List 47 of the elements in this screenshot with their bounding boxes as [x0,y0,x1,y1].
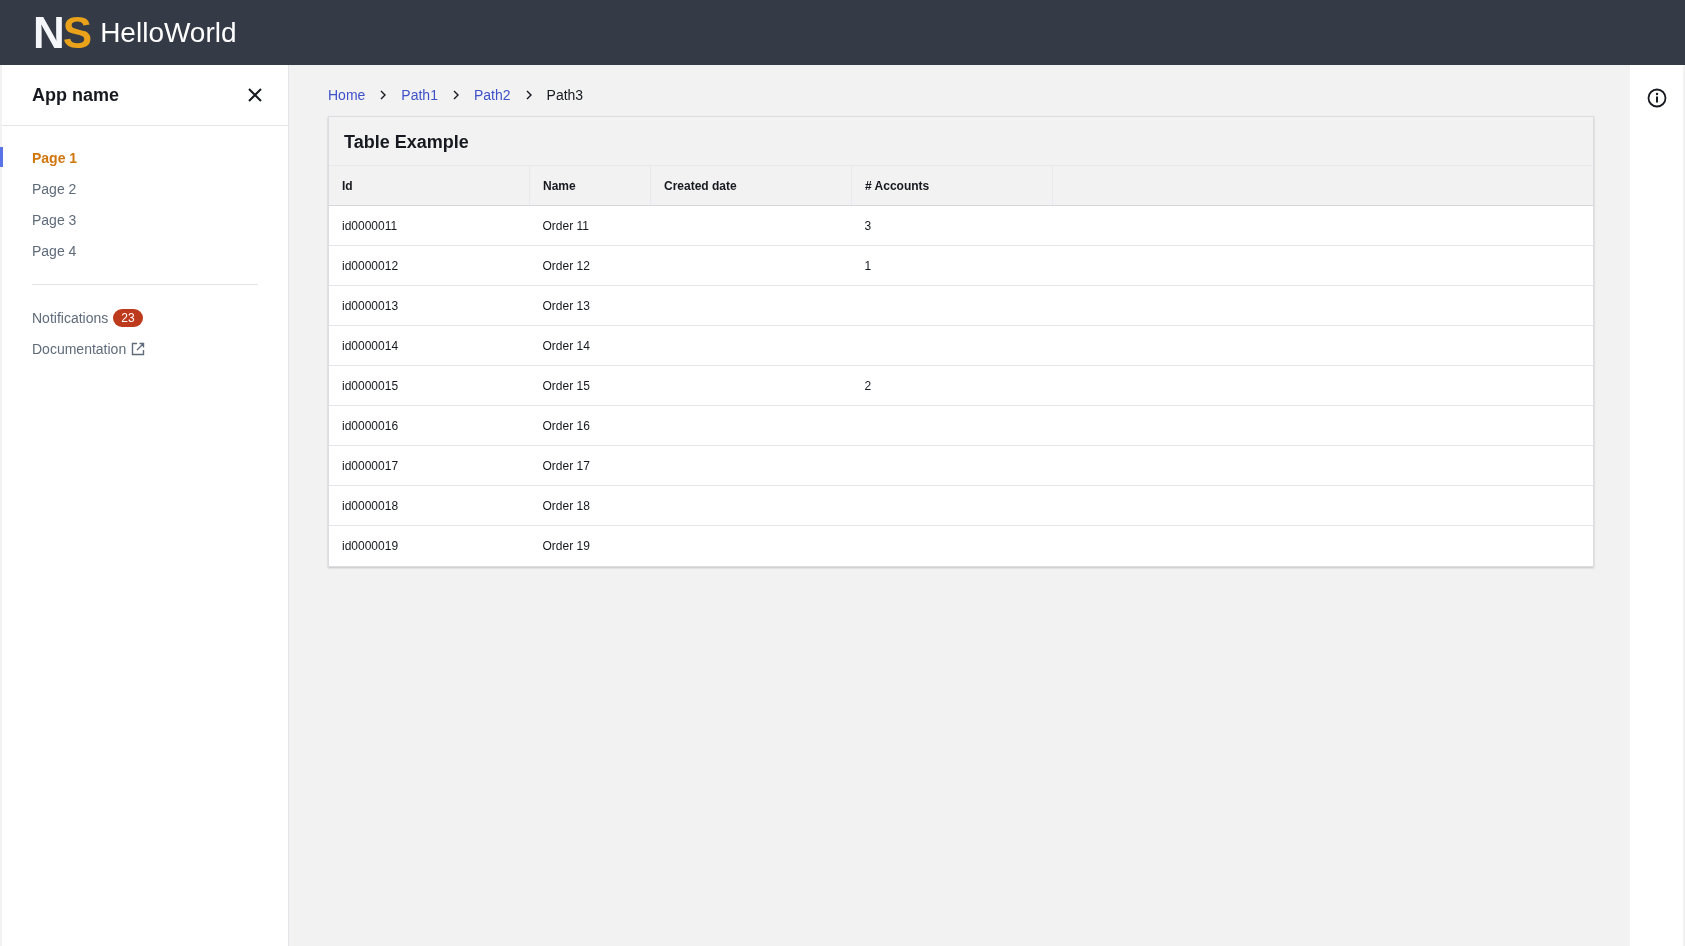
table-cell: id0000019 [329,525,530,566]
breadcrumb-link[interactable]: Path1 [401,87,438,103]
logo[interactable]: NS [33,10,91,55]
nav-link[interactable]: Page 4 [32,242,77,259]
table-cell: Order 13 [529,285,651,326]
table-cell: id0000013 [329,285,530,326]
breadcrumb-link[interactable]: Home [328,87,366,103]
column-header[interactable]: Created date [650,166,852,206]
current-page-label: Path3 [546,87,584,103]
table-cell: id0000014 [329,325,530,366]
documentation-link[interactable]: Documentation [32,341,127,357]
table-cell: 2 [864,378,872,393]
chevron-icon [524,90,533,100]
info-icon[interactable] [1646,88,1667,108]
column-header[interactable]: Id [329,166,530,206]
table-cell: Order 14 [529,325,651,366]
table-cell: Order 18 [529,485,651,526]
table-cell: Order 12 [529,245,651,286]
breadcrumb-link[interactable]: Path2 [473,87,511,103]
table-cell: Order 16 [529,405,651,446]
nav-link[interactable]: Page 3 [32,211,77,228]
chevron-icon [451,90,460,100]
notifications-link[interactable]: Notifications [32,310,109,326]
table-cell: 1 [864,258,872,273]
table-cell: id0000018 [329,485,530,526]
table-cell: Order 19 [529,525,651,566]
close-icon[interactable] [247,87,263,103]
app-title: HelloWorld [100,16,237,49]
table-cell: id0000016 [329,405,530,446]
table-cell: Order 15 [529,365,651,406]
notification-count: 23 [113,309,143,327]
column-header[interactable]: # Accounts [851,166,1053,206]
column-header[interactable]: Name [529,166,651,206]
table-cell: id0000012 [329,245,530,286]
table-cell: id0000017 [329,445,530,486]
sidebar-title: App name [32,84,119,106]
nav-link[interactable]: Page 1 [32,149,78,166]
table-cell: Order 11 [529,205,651,246]
table-cell: 3 [864,218,872,233]
chevron-icon [379,90,388,100]
nav-link[interactable]: Page 2 [32,180,77,197]
table-cell: id0000015 [329,365,530,406]
active-indicator [0,147,3,167]
external-link-icon [131,342,146,356]
table-cell: Order 17 [529,445,651,486]
table-cell: id0000011 [329,205,530,246]
table-title: Table Example [329,117,1593,166]
